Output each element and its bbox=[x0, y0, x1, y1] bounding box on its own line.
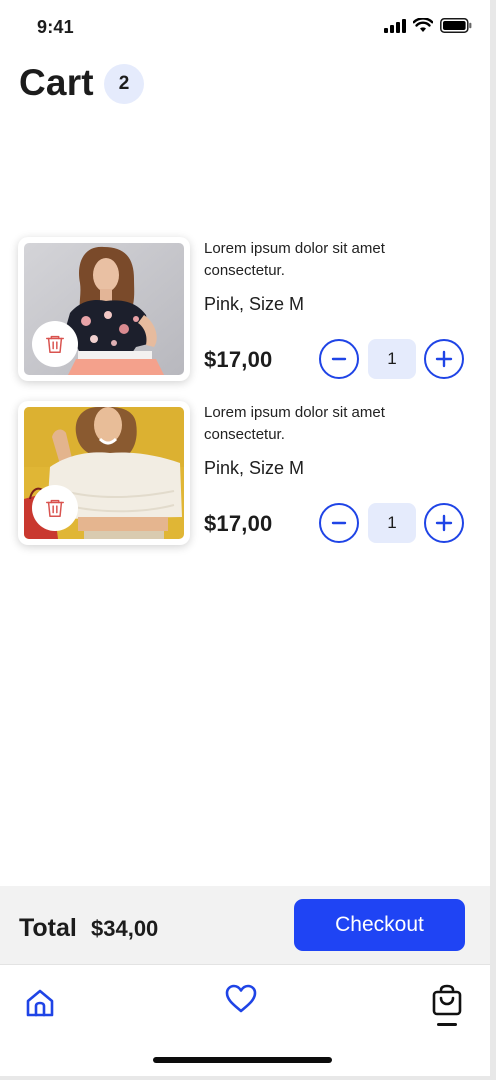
shopping-bag-icon bbox=[432, 984, 462, 1016]
cart-item: Lorem ipsum dolor sit amet consectetur. … bbox=[18, 401, 478, 547]
nav-home-button[interactable] bbox=[20, 983, 60, 1023]
nav-cart-button[interactable] bbox=[427, 981, 467, 1021]
product-price: $17,00 bbox=[204, 347, 273, 372]
quantity-value: 1 bbox=[368, 503, 416, 543]
total-value: $34,00 bbox=[91, 916, 159, 941]
decrease-quantity-button[interactable] bbox=[319, 503, 359, 543]
status-time: 9:41 bbox=[37, 17, 74, 37]
product-image-card bbox=[18, 401, 190, 545]
product-image[interactable] bbox=[24, 243, 184, 375]
delete-button[interactable] bbox=[32, 485, 78, 531]
delete-button[interactable] bbox=[32, 321, 78, 367]
product-variant: Pink, Size M bbox=[204, 458, 305, 478]
increase-quantity-button[interactable] bbox=[424, 503, 464, 543]
nav-favorites-button[interactable] bbox=[221, 979, 261, 1019]
increase-quantity-button[interactable] bbox=[424, 339, 464, 379]
total-label: Total bbox=[19, 914, 77, 942]
product-description: Lorem ipsum dolor sit amet consectetur. bbox=[204, 404, 385, 443]
product-variant: Pink, Size M bbox=[204, 294, 305, 314]
minus-icon bbox=[331, 521, 347, 525]
status-bar: 9:41 bbox=[0, 0, 490, 56]
trash-icon bbox=[46, 335, 64, 353]
checkout-button[interactable]: Checkout bbox=[294, 899, 465, 951]
phone-screen: 9:41 Cart 2 Lorem ipsum dolor sit amet c… bbox=[0, 0, 490, 1076]
active-tab-indicator bbox=[437, 1023, 457, 1026]
signal-icon bbox=[384, 18, 406, 33]
decrease-quantity-button[interactable] bbox=[319, 339, 359, 379]
plus-icon bbox=[435, 350, 453, 368]
trash-icon bbox=[46, 499, 64, 517]
product-description: Lorem ipsum dolor sit amet consectetur. bbox=[204, 240, 385, 279]
product-image[interactable] bbox=[24, 407, 184, 539]
status-icons bbox=[384, 18, 472, 33]
product-price: $17,00 bbox=[204, 511, 273, 536]
heart-icon bbox=[225, 984, 257, 1013]
cart-count-badge: 2 bbox=[104, 64, 144, 104]
plus-icon bbox=[435, 514, 453, 532]
checkout-bar: Total $34,00 Checkout bbox=[0, 886, 490, 964]
wifi-icon bbox=[413, 18, 433, 32]
home-icon bbox=[26, 989, 54, 1017]
product-image-card bbox=[18, 237, 190, 381]
home-indicator bbox=[153, 1057, 332, 1063]
bottom-nav bbox=[0, 964, 490, 1076]
cart-item: Lorem ipsum dolor sit amet consectetur. … bbox=[18, 237, 478, 383]
quantity-value: 1 bbox=[368, 339, 416, 379]
page-title: Cart bbox=[19, 62, 94, 103]
battery-icon bbox=[440, 18, 472, 33]
minus-icon bbox=[331, 357, 347, 361]
